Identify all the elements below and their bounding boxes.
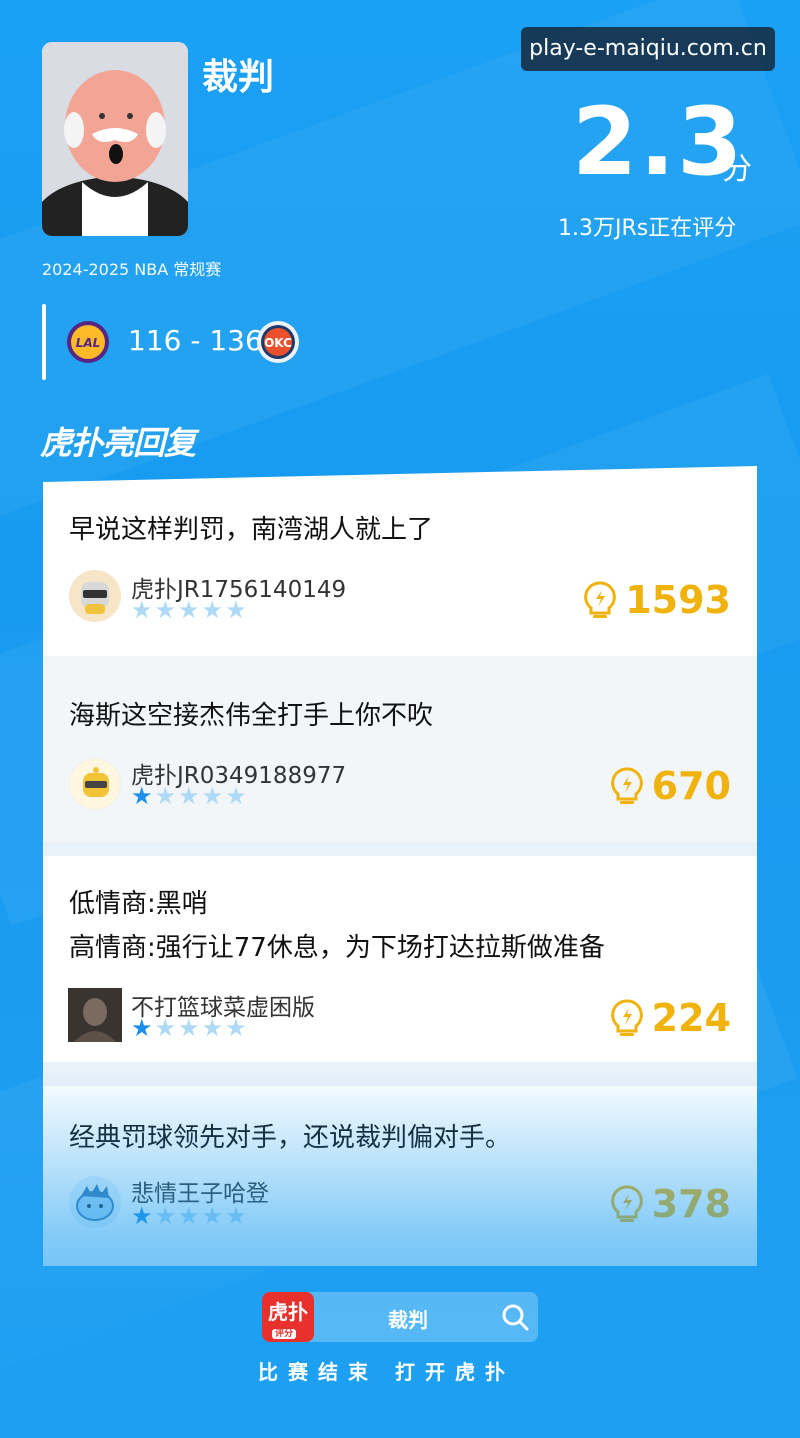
scoreline: 116 - 136 bbox=[128, 324, 263, 357]
star-rating: ★★★★★ bbox=[131, 1202, 249, 1230]
lakers-logo-text: LAL bbox=[76, 336, 101, 350]
page-title: 裁判 bbox=[202, 57, 275, 98]
divider bbox=[42, 304, 46, 380]
season-label: 2024-2025 NBA 常规赛 bbox=[42, 260, 222, 279]
like-button[interactable]: 1593 bbox=[583, 578, 731, 622]
rating-count: 1.3万JRs正在评分 bbox=[558, 216, 737, 241]
like-count: 670 bbox=[651, 764, 731, 808]
comment-item[interactable]: 低情商:黑哨 高情商:强行让77休息，为下场打达拉斯做准备 不打篮球菜虚困版 ★… bbox=[43, 882, 757, 1052]
thunder-logo: OKC bbox=[256, 320, 300, 364]
app-icon-text: 虎扑 bbox=[268, 1300, 308, 1324]
section-title: 虎扑亮回复 bbox=[40, 424, 196, 462]
watermark: play-e-maiqiu.com.cn bbox=[521, 27, 775, 71]
comment-text: 早说这样判罚，南湾湖人就上了 bbox=[69, 515, 434, 545]
comment-text: 海斯这空接杰伟全打手上你不吹 bbox=[69, 701, 434, 731]
search-icon[interactable] bbox=[500, 1302, 530, 1332]
like-button[interactable]: 670 bbox=[610, 764, 731, 808]
app-icon-subtext: 评分 bbox=[272, 1329, 297, 1339]
user-avatar[interactable] bbox=[68, 988, 122, 1042]
comment-text-line2: 高情商:强行让77休息，为下场打达拉斯做准备 bbox=[69, 933, 605, 963]
like-count: 378 bbox=[651, 1182, 731, 1226]
lakers-logo: LAL bbox=[66, 320, 110, 364]
hupu-app-icon[interactable]: 虎扑 评分 bbox=[262, 1292, 314, 1342]
comment-text: 经典罚球领先对手，还说裁判偏对手。 bbox=[69, 1123, 512, 1153]
user-avatar[interactable] bbox=[69, 758, 121, 810]
user-avatar[interactable] bbox=[69, 1176, 121, 1228]
star-rating: ★★★★★ bbox=[131, 782, 249, 810]
comment-text: 低情商:黑哨 bbox=[69, 889, 208, 919]
thunder-logo-text: OKC bbox=[264, 336, 292, 350]
footer-caption: 比赛结束 打开虎扑 bbox=[258, 1360, 515, 1384]
star-rating: ★★★★★ bbox=[131, 596, 249, 624]
rating-score: 2.3 bbox=[572, 88, 745, 197]
lightbulb-icon bbox=[584, 581, 617, 618]
comment-item[interactable]: 海斯这空接杰伟全打手上你不吹 虎扑JR0349188977 ★★★★★ 670 bbox=[43, 694, 757, 844]
referee-avatar bbox=[42, 42, 188, 236]
lightbulb-icon bbox=[610, 767, 643, 804]
user-avatar[interactable] bbox=[69, 570, 121, 622]
lightbulb-icon bbox=[610, 999, 643, 1036]
like-count: 224 bbox=[651, 996, 731, 1040]
comment-item[interactable]: 经典罚球领先对手，还说裁判偏对手。 悲情王子哈登 ★★★★★ 378 bbox=[43, 1116, 757, 1266]
rating-unit: 分 bbox=[722, 152, 752, 187]
comment-item[interactable]: 早说这样判罚，南湾湖人就上了 虎扑JR1756140149 ★★★★★ 1593 bbox=[43, 508, 757, 658]
like-button[interactable]: 224 bbox=[610, 996, 731, 1040]
like-button[interactable]: 378 bbox=[610, 1182, 731, 1226]
like-count: 1593 bbox=[625, 578, 731, 622]
lightbulb-icon bbox=[610, 1185, 643, 1222]
search-query: 裁判 bbox=[388, 1308, 428, 1332]
star-rating: ★★★★★ bbox=[131, 1014, 249, 1042]
